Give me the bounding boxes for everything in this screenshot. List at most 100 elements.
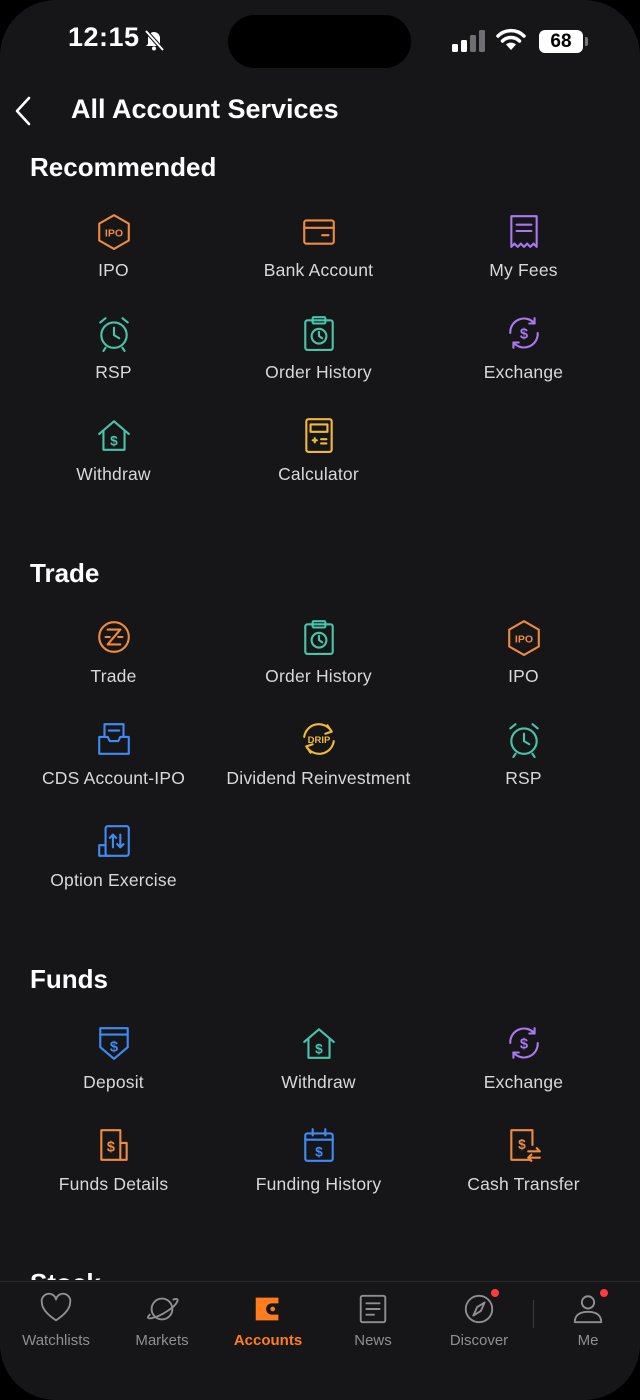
service-label: RSP [95,362,132,382]
service-label: IPO [98,260,129,280]
tab-markets[interactable]: Markets [109,1292,215,1349]
svg-text:$: $ [519,326,527,342]
heart-icon [38,1292,74,1326]
cellular-signal-icon [452,30,485,52]
trade-icon [95,618,133,656]
service-label: RSP [505,768,542,788]
service-label: Funds Details [58,1174,169,1194]
service-ipo[interactable]: IPO IPO [421,618,626,720]
back-arrow-icon[interactable] [12,94,36,128]
service-exchange[interactable]: $ Exchange [421,1024,626,1126]
notification-badge [491,1289,499,1297]
service-label: Calculator [278,464,359,484]
bank-card-icon [300,212,338,250]
currency-exchange-icon: $ [505,1024,543,1062]
service-label: Option Exercise [50,870,177,890]
notification-badge [600,1289,608,1297]
tab-label: Markets [135,1332,189,1349]
tab-label: Accounts [233,1332,303,1349]
person-icon [570,1289,608,1326]
service-order-history[interactable]: Order History [216,618,421,720]
service-ipo[interactable]: IPO IPO [11,212,216,314]
service-label: IPO [508,666,539,686]
svg-text:$: $ [109,1039,117,1055]
service-calculator[interactable]: Calculator [216,416,421,518]
service-option-exercise[interactable]: Option Exercise [11,822,216,924]
service-cash-transfer[interactable]: $ Cash Transfer [421,1126,626,1228]
wallet-icon [250,1292,286,1326]
tab-me[interactable]: Me [535,1289,640,1349]
service-label: Funding History [255,1174,382,1194]
house-dollar-icon: $ [95,416,133,454]
service-withdraw[interactable]: $ Withdraw [216,1024,421,1126]
tab-divider [533,1300,534,1328]
tab-watchlists[interactable]: Watchlists [3,1292,109,1349]
cash-transfer-icon: $ [505,1126,543,1164]
service-order-history[interactable]: Order History [216,314,421,416]
tray-document-icon [95,720,133,758]
service-label: Trade [90,666,137,686]
section-title: Funds [30,964,108,994]
section-funds: Funds $ Deposit $ Withdraw $ Exchange $ Funds De… [0,962,640,1228]
svg-text:IPO: IPO [514,633,532,645]
battery-level: 68 [539,30,583,53]
currency-exchange-icon: $ [505,314,543,352]
service-funds-details[interactable]: $ Funds Details [11,1126,216,1228]
page-header: All Account Services [0,84,640,140]
clipboard-clock-icon [300,618,338,656]
section-title: Trade [30,558,100,588]
tab-news[interactable]: News [320,1292,426,1349]
svg-text:$: $ [315,1145,323,1160]
service-withdraw[interactable]: $ Withdraw [11,416,216,518]
calendar-dollar-icon: $ [300,1126,338,1164]
alarm-clock-icon [505,720,543,758]
app-screen: 12:15 68 All Account Services Recommende [0,0,640,1400]
service-rsp[interactable]: RSP [421,720,626,822]
service-rsp[interactable]: RSP [11,314,216,416]
service-label: Cash Transfer [467,1174,580,1194]
service-exchange[interactable]: $ Exchange [421,314,626,416]
svg-text:$: $ [110,434,118,449]
tab-label: News [354,1332,392,1349]
option-exercise-icon [95,822,133,860]
receipt-icon [505,212,543,250]
svg-text:$: $ [315,1042,323,1057]
bell-muted-icon [144,29,165,52]
planet-icon [144,1292,180,1326]
tab-label: Discover [449,1332,509,1349]
tab-discover[interactable]: Discover [426,1289,532,1349]
service-label: Order History [265,666,372,686]
service-label: Exchange [483,362,564,382]
clipboard-clock-icon [300,314,338,352]
svg-text:$: $ [106,1139,114,1155]
service-my-fees[interactable]: My Fees [421,212,626,314]
page-title: All Account Services [71,94,339,124]
service-bank-account[interactable]: Bank Account [216,212,421,314]
service-dividend-reinvestment[interactable]: DRIP Dividend Reinvestment [216,720,421,822]
calculator-icon [300,416,338,454]
dynamic-island [228,15,411,68]
section-title: Recommended [30,152,217,182]
drip-icon: DRIP [300,720,338,758]
service-label: Deposit [83,1072,144,1092]
section-recommended: Recommended IPO IPO Bank Account My Fees RSP O… [0,150,640,518]
house-dollar-icon: $ [300,1024,338,1062]
section-title: Stock [0,1266,640,1280]
service-cds-account-ipo[interactable]: CDS Account-IPO [11,720,216,822]
service-grid: IPO IPO Bank Account My Fees RSP Order Histor… [0,212,640,518]
tab-accounts[interactable]: Accounts [215,1292,321,1349]
svg-text:IPO: IPO [104,227,122,239]
service-deposit[interactable]: $ Deposit [11,1024,216,1126]
bottom-tab-bar: Watchlists Markets Accounts News Discover Me [0,1281,640,1400]
service-label: Dividend Reinvestment [226,768,411,788]
service-label: My Fees [489,260,558,280]
service-label: Withdraw [281,1072,356,1092]
service-label: Exchange [483,1072,564,1092]
status-bar: 12:15 68 [0,0,640,84]
service-label: Bank Account [263,260,374,280]
service-funding-history[interactable]: $ Funding History [216,1126,421,1228]
service-label: Order History [265,362,372,382]
service-trade[interactable]: Trade [11,618,216,720]
svg-text:$: $ [519,1036,527,1052]
battery-tip [585,37,588,46]
